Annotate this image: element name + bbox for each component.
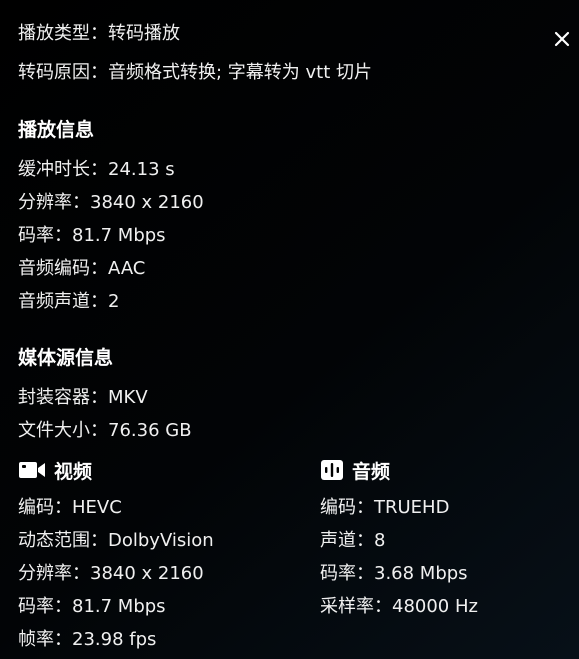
info-value: AAC: [108, 258, 146, 279]
info-label: 缓冲时长：: [18, 159, 108, 180]
info-label: 码率：: [18, 225, 72, 246]
info-value: 8: [374, 530, 386, 551]
video-resolution: 分辨率：3840 x 2160: [18, 562, 204, 586]
info-value: 48000 Hz: [392, 596, 478, 617]
info-label: 音频声道：: [18, 291, 108, 312]
source-info-heading: 媒体源信息: [18, 347, 114, 369]
playback-info-dialog: 播放类型：转码播放 转码原因：音频格式转换; 字幕转为 vtt 切片 播放信息 …: [0, 0, 579, 659]
info-label: 采样率：: [320, 596, 392, 617]
bitrate: 码率：81.7 Mbps: [18, 224, 166, 248]
info-label: 声道：: [320, 530, 374, 551]
audio-codec-detail: 编码：TRUEHD: [320, 496, 449, 520]
info-label: 音频编码：: [18, 258, 108, 279]
info-label: 封装容器：: [18, 387, 108, 408]
info-value: DolbyVision: [108, 530, 214, 551]
info-label: 码率：: [18, 596, 72, 617]
info-value: 23.98 fps: [72, 629, 157, 650]
video-section-heading: 视频: [18, 458, 93, 483]
playback-info-heading: 播放信息: [18, 119, 95, 141]
video-section-title: 视频: [54, 460, 93, 483]
close-icon: [554, 31, 570, 47]
info-value: 81.7 Mbps: [72, 225, 166, 246]
audio-waveform-icon: [320, 459, 344, 481]
info-value: 3.68 Mbps: [374, 563, 468, 584]
audio-bitrate: 码率：3.68 Mbps: [320, 562, 468, 586]
audio-sample-rate: 采样率：48000 Hz: [320, 595, 478, 619]
buffer-duration: 缓冲时长：24.13 s: [18, 158, 175, 182]
info-value: 76.36 GB: [108, 420, 192, 441]
info-value: 81.7 Mbps: [72, 596, 166, 617]
transcode-reason-value: 音频格式转换; 字幕转为 vtt 切片: [108, 62, 372, 83]
info-label: 编码：: [18, 497, 72, 518]
info-label: 动态范围：: [18, 530, 108, 551]
info-value: MKV: [108, 387, 148, 408]
info-value: 3840 x 2160: [90, 563, 204, 584]
transcode-reason: 转码原因：音频格式转换; 字幕转为 vtt 切片: [18, 61, 372, 85]
info-value: 3840 x 2160: [90, 192, 204, 213]
info-label: 码率：: [320, 563, 374, 584]
info-value: 24.13 s: [108, 159, 175, 180]
video-bitrate: 码率：81.7 Mbps: [18, 595, 166, 619]
audio-channels: 音频声道：2: [18, 290, 119, 314]
resolution: 分辨率：3840 x 2160: [18, 191, 204, 215]
video-dynamic-range: 动态范围：DolbyVision: [18, 529, 214, 553]
info-value: HEVC: [72, 497, 122, 518]
audio-section-heading: 音频: [320, 458, 391, 483]
playback-type-label: 播放类型：: [18, 23, 108, 44]
audio-codec: 音频编码：AAC: [18, 257, 145, 281]
video-camera-icon: [18, 460, 46, 480]
file-size: 文件大小：76.36 GB: [18, 419, 192, 443]
playback-type-value: 转码播放: [108, 23, 180, 44]
transcode-reason-label: 转码原因：: [18, 62, 108, 83]
info-value: TRUEHD: [374, 497, 450, 518]
info-label: 分辨率：: [18, 563, 90, 584]
info-label: 分辨率：: [18, 192, 90, 213]
video-codec: 编码：HEVC: [18, 496, 122, 520]
info-value: 2: [108, 291, 120, 312]
audio-channels-detail: 声道：8: [320, 529, 385, 553]
info-label: 文件大小：: [18, 420, 108, 441]
video-frame-rate: 帧率：23.98 fps: [18, 628, 156, 652]
audio-section-title: 音频: [352, 460, 391, 483]
close-button[interactable]: [550, 27, 574, 51]
playback-type: 播放类型：转码播放: [18, 22, 180, 46]
container: 封装容器：MKV: [18, 386, 148, 410]
info-label: 编码：: [320, 497, 374, 518]
info-label: 帧率：: [18, 629, 72, 650]
